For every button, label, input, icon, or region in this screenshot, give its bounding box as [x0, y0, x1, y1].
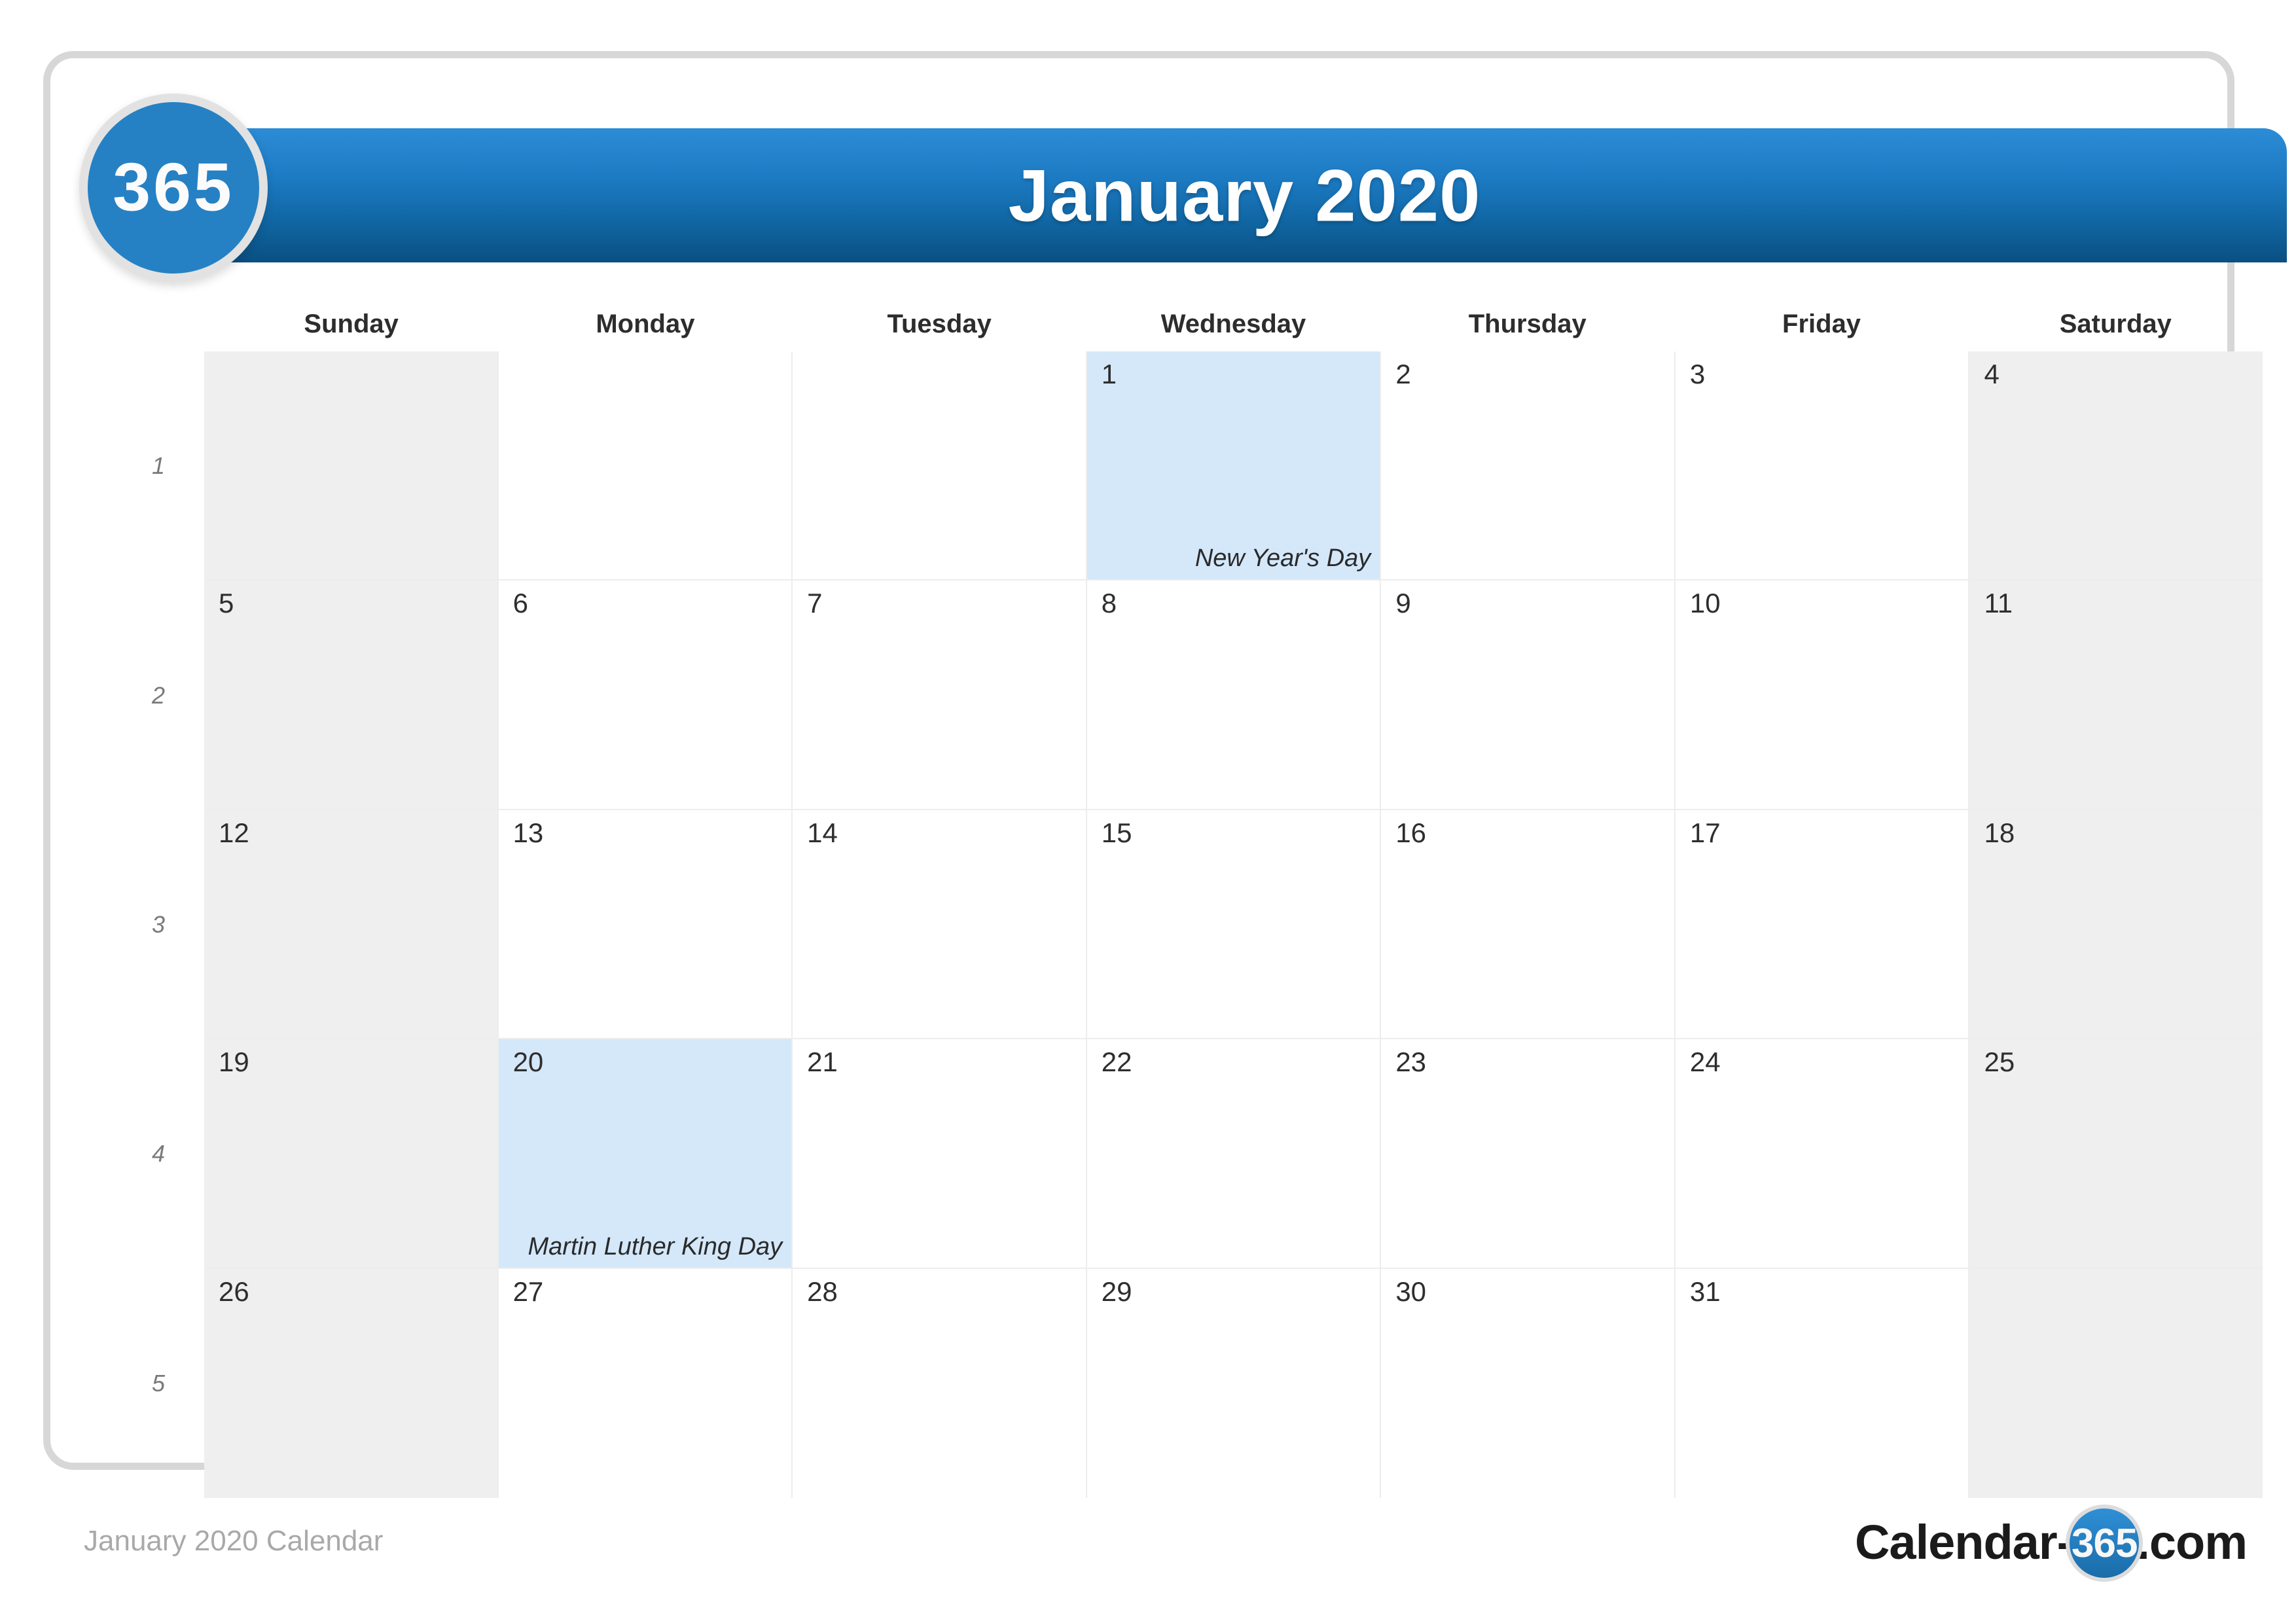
calendar-day-cell[interactable]: 11 [1969, 580, 2263, 810]
day-number: 17 [1689, 817, 1721, 848]
calendar-day-cell[interactable]: 20 Martin Luther King Day [498, 1039, 793, 1269]
calendar-day-cell[interactable]: 10 [1675, 580, 1970, 810]
calendar-day-cell[interactable]: 2 [1381, 351, 1676, 581]
day-number: 24 [1689, 1046, 1721, 1078]
day-number: 11 [1984, 588, 2013, 619]
day-number: 25 [1984, 1046, 2015, 1078]
day-number: 6 [512, 588, 528, 619]
calendar-day-cell[interactable]: 19 [204, 1039, 499, 1269]
calendar-grid: 1 New Year's Day 2 3 4 5 6 7 8 9 10 11 12 13 14 15 16 17 1… [204, 351, 2263, 1498]
calendar-day-cell[interactable]: 12 [204, 810, 499, 1040]
week-number: 5 [151, 1369, 166, 1397]
weekday-header-row: Sunday Monday Tuesday Wednesday Thursday Frid… [204, 300, 2263, 348]
weekday-header-tuesday: Tuesday [887, 310, 992, 338]
site-logo-suffix: .com [2136, 1514, 2248, 1569]
day-number: 21 [807, 1046, 838, 1078]
weekday-header-thursday: Thursday [1468, 310, 1587, 338]
weekday-header-wednesday: Wednesday [1160, 310, 1306, 338]
calendar-empty-cell [204, 351, 499, 581]
day-number: 16 [1395, 817, 1427, 848]
day-number: 5 [219, 588, 234, 619]
calendar-day-cell[interactable]: 31 [1675, 1268, 1970, 1498]
calendar-title-bar: January 2020 [202, 128, 2287, 262]
site-logo-365-label: 365 [2072, 1520, 2138, 1566]
calendar-day-cell[interactable]: 8 [1086, 580, 1382, 810]
day-number: 2 [1395, 359, 1411, 389]
holiday-label: New Year's Day [1194, 544, 1371, 573]
week-number: 1 [151, 452, 166, 480]
calendar-day-cell[interactable]: 5 [204, 580, 499, 810]
footer-caption: January 2020 Calendar [84, 1525, 384, 1557]
calendar-day-cell[interactable]: 27 [498, 1268, 793, 1498]
day-number: 18 [1984, 817, 2015, 848]
calendar-day-cell[interactable]: 6 [498, 580, 793, 810]
day-number: 8 [1101, 588, 1117, 619]
day-number: 3 [1689, 359, 1706, 389]
day-number: 20 [512, 1046, 544, 1078]
site-logo-prefix: Calendar- [1854, 1514, 2073, 1569]
day-number: 14 [807, 817, 838, 848]
site-logo[interactable]: Calendar- 365 .com [1854, 1505, 2248, 1582]
calendar-day-cell[interactable]: 17 [1675, 810, 1970, 1040]
day-number: 9 [1395, 588, 1411, 619]
logo-badge-label: 365 [113, 149, 234, 226]
day-number: 1 [1101, 359, 1117, 389]
calendar-empty-cell [793, 351, 1087, 581]
calendar-day-cell[interactable]: 22 [1086, 1039, 1382, 1269]
day-number: 13 [512, 817, 544, 848]
calendar-empty-cell [1969, 1268, 2263, 1498]
calendar-day-cell[interactable]: 26 [204, 1268, 499, 1498]
week-number: 3 [151, 910, 166, 938]
calendar-day-cell[interactable]: 23 [1381, 1039, 1676, 1269]
calendar-week-row: 19 20 Martin Luther King Day 21 22 23 24 25 [204, 1039, 2263, 1269]
day-number: 10 [1689, 588, 1721, 619]
calendar-frame: 365 January 2020 365 SundayMondayTuesday… [43, 51, 2287, 1498]
week-number-column: 1 2 3 4 5 [116, 351, 201, 1498]
calendar-week-row: 1 New Year's Day 2 3 4 [204, 351, 2263, 581]
calendar-day-cell[interactable]: 7 [793, 580, 1087, 810]
day-number: 28 [807, 1275, 838, 1307]
weekday-header-sunday: Sunday [304, 310, 399, 338]
calendar-day-cell[interactable]: 4 [1969, 351, 2263, 581]
calendar-day-cell[interactable]: 9 [1381, 580, 1676, 810]
calendar-day-cell[interactable]: 18 [1969, 810, 2263, 1040]
week-number: 4 [151, 1140, 166, 1168]
calendar-day-cell[interactable]: 14 [793, 810, 1087, 1040]
site-logo-365-icon: 365 [2066, 1505, 2144, 1582]
calendar-day-cell[interactable]: 3 [1675, 351, 1970, 581]
page-title: January 2020 [1008, 154, 1481, 236]
calendar-day-cell[interactable]: 30 [1381, 1268, 1676, 1498]
calendar-day-cell[interactable]: 28 [793, 1268, 1087, 1498]
day-number: 26 [219, 1275, 249, 1307]
day-number: 4 [1984, 359, 2000, 389]
day-number: 30 [1395, 1275, 1427, 1307]
calendar-day-cell[interactable]: 16 [1381, 810, 1676, 1040]
calendar-empty-cell [498, 351, 793, 581]
day-number: 7 [807, 588, 823, 619]
day-number: 22 [1101, 1046, 1132, 1078]
day-number: 27 [512, 1275, 544, 1307]
calendar-day-cell[interactable]: 29 [1086, 1268, 1382, 1498]
day-number: 12 [219, 817, 249, 848]
calendar-week-row: 26 27 28 29 30 31 [204, 1268, 2263, 1498]
holiday-label: Martin Luther King Day [528, 1232, 783, 1260]
calendar-day-cell[interactable]: 15 [1086, 810, 1382, 1040]
calendar-day-cell[interactable]: 25 [1969, 1039, 2263, 1269]
weekday-header-friday: Friday [1782, 310, 1861, 338]
day-number: 19 [219, 1046, 249, 1078]
logo-365-badge: 365 [79, 94, 268, 282]
day-number: 29 [1101, 1275, 1132, 1307]
calendar-day-cell[interactable]: 13 [498, 810, 793, 1040]
day-number: 31 [1689, 1275, 1721, 1307]
calendar-day-cell[interactable]: 24 [1675, 1039, 1970, 1269]
weekday-header-monday: Monday [596, 310, 695, 338]
calendar-week-row: 5 6 7 8 9 10 11 [204, 580, 2263, 810]
day-number: 23 [1395, 1046, 1427, 1078]
calendar-day-cell[interactable]: 1 New Year's Day [1086, 351, 1382, 581]
day-number: 15 [1101, 817, 1132, 848]
calendar-day-cell[interactable]: 21 [793, 1039, 1087, 1269]
week-number: 2 [151, 681, 166, 709]
weekday-header-saturday: Saturday [2059, 310, 2172, 338]
calendar-week-row: 12 13 14 15 16 17 18 [204, 810, 2263, 1040]
